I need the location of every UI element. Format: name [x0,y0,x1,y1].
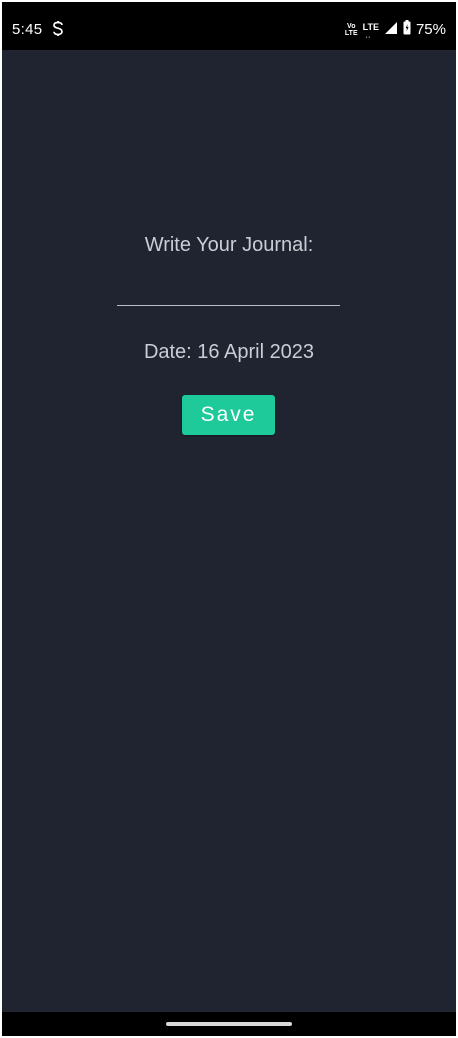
navigation-bar [2,1012,456,1036]
battery-icon [403,20,411,40]
status-time: 5:45 [12,21,43,38]
volte-icon: Vo LTE [345,23,358,37]
phone-screen: 5:45 Vo LTE LTE •• 75% Write Your Journa… [2,2,456,1036]
sync-icon [52,21,64,39]
battery-percent: 75% [415,21,446,38]
status-bar: 5:45 Vo LTE LTE •• 75% [2,2,456,50]
status-icons: Vo LTE LTE •• 75% [345,20,446,41]
network-type-label: LTE [362,21,379,32]
signal-icon [384,21,398,40]
home-gesture-handle[interactable] [166,1022,292,1026]
save-button[interactable]: Save [182,395,275,435]
journal-screen: Write Your Journal: Date: 16 April 2023 … [2,50,456,1012]
volte-top-label: Vo [347,23,356,30]
data-activity-dots: •• [365,34,372,41]
journal-prompt-label: Write Your Journal: [144,234,314,256]
volte-bottom-label: LTE [344,30,358,37]
lte-icon: LTE •• [362,21,379,41]
date-label: Date: 16 April 2023 [143,341,315,363]
journal-input[interactable] [117,278,340,306]
